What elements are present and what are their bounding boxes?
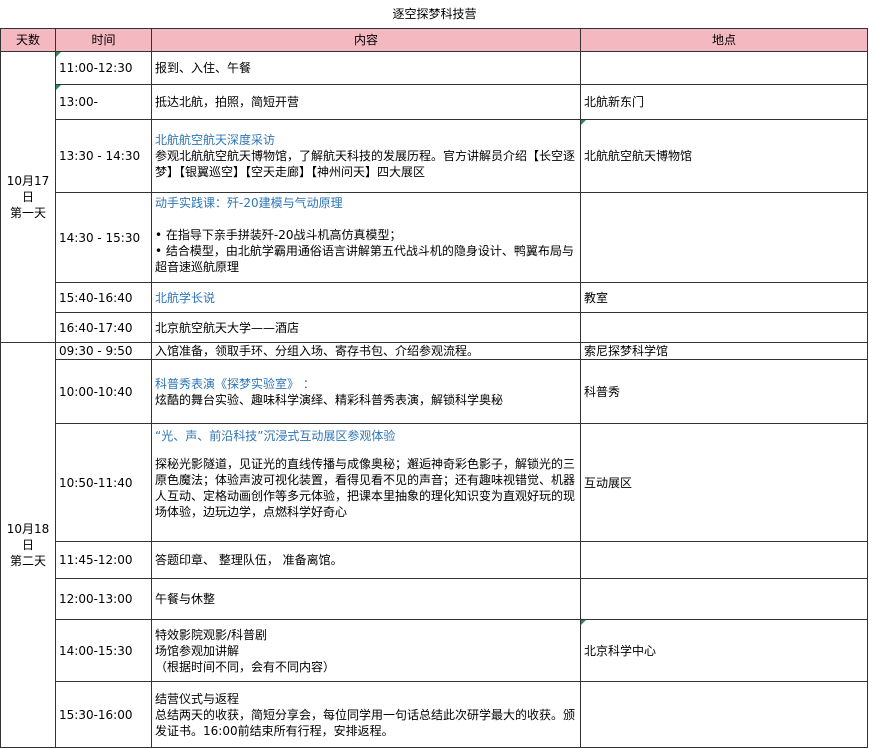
time-cell: 11:45-12:00 bbox=[56, 542, 152, 579]
time-cell: 13:30 - 14:30 bbox=[56, 120, 152, 193]
content-cell: 北航学长说 bbox=[152, 283, 581, 313]
content-line: • 在指导下亲手拼装歼-20战斗机高仿真模型； bbox=[155, 228, 402, 242]
content-line: 报到、入住、午餐 bbox=[155, 61, 252, 75]
content-cell: 入馆准备，领取手环、分组入场、寄存书包、介绍参观流程。 bbox=[152, 343, 581, 360]
content-line: 探秘光影隧道，见证光的直线传播与成像奥秘；邂逅神奇彩色影子，解锁光的三原色魔法；… bbox=[155, 457, 576, 519]
content-line: 参观北航航空航天博物馆，了解航天科技的发展历程。官方讲解员介绍【长空逐梦】【银翼… bbox=[155, 149, 576, 179]
place-cell bbox=[581, 52, 868, 85]
content-cell: 答题印章、 整理队伍， 准备离馆。 bbox=[152, 542, 581, 579]
header-content: 内容 bbox=[152, 28, 581, 52]
content-cell: 报到、入住、午餐 bbox=[152, 52, 581, 85]
time-cell: 12:00-13:00 bbox=[56, 579, 152, 620]
place-cell bbox=[581, 682, 868, 748]
content-heading: 科普秀表演《探梦实验室》 ： bbox=[155, 376, 315, 391]
place-cell: 北京科学中心 bbox=[581, 620, 868, 682]
day-label-line: 日 bbox=[21, 538, 34, 552]
content-line: 场馆参观加讲解 bbox=[155, 643, 240, 658]
content-cell: 科普秀表演《探梦实验室》 ： 炫酷的舞台实验、趣味科学演绎、精彩科普秀表演，解锁… bbox=[152, 360, 581, 424]
content-line: 抵达北航，拍照，简短开营 bbox=[155, 95, 300, 109]
content-line: 答题印章、 整理队伍， 准备离馆。 bbox=[155, 553, 343, 567]
day-cell-2: 10月18 日 第二天 bbox=[0, 343, 56, 748]
content-cell: 北京航空航天大学——酒店 bbox=[152, 313, 581, 343]
time-cell: 13:00- bbox=[56, 85, 152, 120]
content-cell: 结营仪式与返程 总结两天的收获，简短分享会，每位同学用一句话总结此次研学最大的收… bbox=[152, 682, 581, 748]
time-cell: 09:30 - 9:50 bbox=[56, 343, 152, 360]
content-line: 总结两天的收获，简短分享会，每位同学用一句话总结此次研学最大的收获。颁发证书。1… bbox=[155, 707, 576, 738]
content-line: 特效影院观影/科普剧 bbox=[155, 627, 268, 642]
content-heading: 动手实践课：歼-20建模与气动原理 bbox=[155, 196, 343, 210]
content-line: 北京航空航天大学——酒店 bbox=[155, 320, 300, 335]
content-cell: 特效影院观影/科普剧 场馆参观加讲解 （根据时间不同，会有不同内容） bbox=[152, 620, 581, 682]
day-label-line: 第一天 bbox=[9, 206, 46, 220]
day-label-line: 10月17 bbox=[6, 174, 50, 188]
content-cell: 动手实践课：歼-20建模与气动原理 • 在指导下亲手拼装歼-20战斗机高仿真模型… bbox=[152, 193, 581, 283]
time-cell: 16:40-17:40 bbox=[56, 313, 152, 343]
place-cell bbox=[581, 313, 868, 343]
time-cell: 14:30 - 15:30 bbox=[56, 193, 152, 283]
time-cell: 14:00-15:30 bbox=[56, 620, 152, 682]
day-label-line: 10月18 bbox=[6, 522, 50, 536]
day-label-line: 日 bbox=[21, 190, 34, 204]
header-day: 天数 bbox=[0, 28, 56, 52]
content-heading: 北航航空航天深度采访 bbox=[155, 133, 276, 147]
content-cell: 午餐与休整 bbox=[152, 579, 581, 620]
content-cell: “光、声、前沿科技”沉浸式互动展区参观体验 探秘光影隧道，见证光的直线传播与成像… bbox=[152, 424, 581, 542]
place-cell: 北航航空航天博物馆 bbox=[581, 120, 868, 193]
time-cell: 15:40-16:40 bbox=[56, 283, 152, 313]
time-cell: 10:50-11:40 bbox=[56, 424, 152, 542]
place-cell bbox=[581, 579, 868, 620]
content-line: 结营仪式与返程 bbox=[155, 691, 240, 706]
content-heading: 北航学长说 bbox=[155, 290, 216, 305]
time-cell: 15:30-16:00 bbox=[56, 682, 152, 748]
time-cell: 10:00-10:40 bbox=[56, 360, 152, 424]
place-cell: 索尼探梦科学馆 bbox=[581, 343, 868, 360]
content-cell: 北航航空航天深度采访 参观北航航空航天博物馆，了解航天科技的发展历程。官方讲解员… bbox=[152, 120, 581, 193]
content-heading: “光、声、前沿科技”沉浸式互动展区参观体验 bbox=[155, 429, 396, 443]
page-title: 逐空探梦科技营 bbox=[392, 7, 477, 21]
header-time: 时间 bbox=[56, 28, 152, 52]
place-cell bbox=[581, 542, 868, 579]
place-cell: 北航新东门 bbox=[581, 85, 868, 120]
day-label-line: 第二天 bbox=[9, 554, 46, 568]
content-line: 入馆准备，领取手环、分组入场、寄存书包、介绍参观流程。 bbox=[155, 344, 480, 358]
day-cell-1: 10月17 日 第一天 bbox=[0, 52, 56, 343]
content-line: （根据时间不同，会有不同内容） bbox=[155, 659, 336, 674]
place-cell: 互动展区 bbox=[581, 424, 868, 542]
content-line: 午餐与休整 bbox=[155, 592, 216, 606]
content-cell: 抵达北航，拍照，简短开营 bbox=[152, 85, 581, 120]
content-line: 炫酷的舞台实验、趣味科学演绎、精彩科普秀表演，解锁科学奥秘 bbox=[155, 392, 504, 407]
header-place: 地点 bbox=[581, 28, 868, 52]
time-cell: 11:00-12:30 bbox=[56, 52, 152, 85]
place-cell: 科普秀 bbox=[581, 360, 868, 424]
place-cell bbox=[581, 193, 868, 283]
place-cell: 教室 bbox=[581, 283, 868, 313]
content-line: • 结合模型，由北航学霸用通俗语言讲解第五代战斗机的隐身设计、鸭翼布局与超音速巡… bbox=[155, 244, 574, 274]
